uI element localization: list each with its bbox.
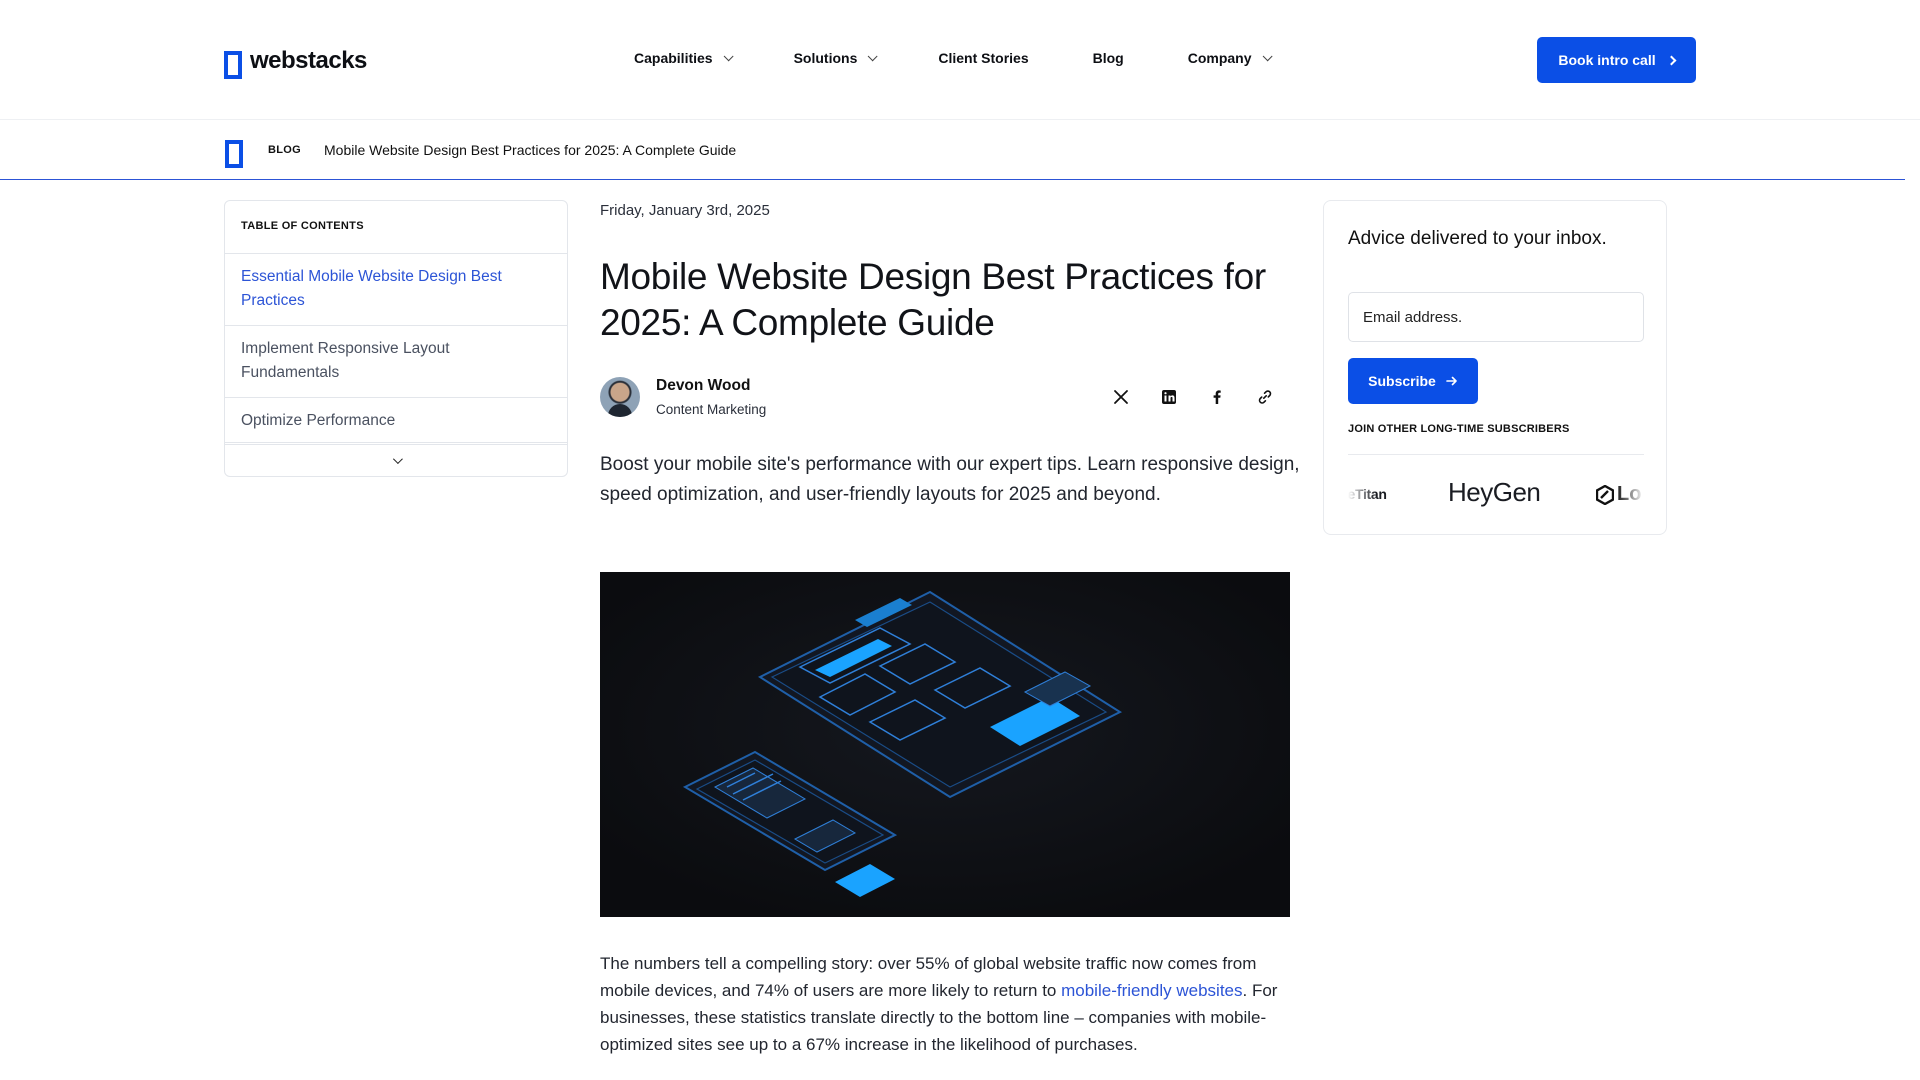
subscribe-label: Subscribe [1368, 373, 1436, 389]
breadcrumb-current: Mobile Website Design Best Practices for… [324, 142, 737, 158]
email-field[interactable] [1348, 292, 1644, 342]
facebook-icon[interactable] [1206, 386, 1228, 408]
subscribers-note: JOIN OTHER LONG-TIME SUBSCRIBERS [1348, 423, 1570, 435]
table-of-contents: TABLE OF CONTENTS Essential Mobile Websi… [224, 200, 568, 477]
menu-label: Solutions [793, 50, 858, 66]
toc-item-responsive-layout[interactable]: Implement Responsive Layout Fundamentals [225, 326, 567, 398]
menu-item-solutions[interactable]: Solutions [793, 50, 878, 66]
isometric-devices-illustration [600, 572, 1290, 917]
chevron-down-icon [723, 50, 734, 61]
chevron-right-icon [1666, 55, 1677, 65]
article-body-paragraph: The numbers tell a compelling story: ove… [600, 950, 1300, 1058]
main-menu: Capabilities Solutions Client Stories Bl… [634, 50, 1333, 66]
toc-expand-button[interactable] [225, 444, 567, 476]
publish-date: Friday, January 3rd, 2025 [600, 202, 770, 219]
subscribe-button[interactable]: Subscribe [1348, 358, 1478, 404]
logo-text: webstacks [250, 47, 367, 74]
fade-right [1616, 469, 1644, 515]
author-avatar [600, 377, 640, 417]
cta-label: Book intro call [1558, 52, 1656, 68]
heygen-logo: HeyGen [1448, 477, 1541, 507]
breadcrumb-blog-link[interactable]: BLOG [268, 144, 301, 156]
menu-label: Capabilities [634, 50, 713, 66]
article-lead: Boost your mobile site's performance wit… [600, 454, 1300, 505]
hero-image [600, 572, 1290, 917]
toc-item-optimize-performance[interactable]: Optimize Performance [225, 398, 567, 443]
bracket-logo-icon [224, 51, 242, 79]
book-intro-call-button[interactable]: Book intro call [1537, 37, 1696, 83]
hexagon-logo-icon [1596, 484, 1614, 505]
arrow-right-icon [1446, 376, 1457, 386]
divider [1348, 454, 1644, 455]
subscriber-logos-marquee: ceTitan HeyGen Lo [1348, 469, 1644, 515]
x-icon[interactable] [1110, 386, 1132, 408]
menu-label: Client Stories [938, 50, 1029, 66]
breadcrumb: BLOG Mobile Website Design Best Practice… [0, 121, 1905, 180]
menu-item-capabilities[interactable]: Capabilities [634, 50, 734, 66]
share-buttons [1110, 386, 1276, 408]
menu-item-blog[interactable]: Blog [1093, 50, 1124, 66]
author-role: Content Marketing [656, 402, 767, 417]
article-title: Mobile Website Design Best Practices for… [600, 256, 1266, 343]
newsletter-card: Advice delivered to your inbox. Subscrib… [1323, 200, 1667, 535]
chevron-down-icon [392, 454, 403, 465]
top-navigation: webstacks Capabilities Solutions Client … [0, 0, 1920, 120]
bracket-home-icon[interactable] [225, 140, 243, 168]
linkedin-icon[interactable] [1158, 386, 1180, 408]
chevron-down-icon [868, 50, 878, 61]
fade-left [1348, 469, 1376, 515]
menu-item-company[interactable]: Company [1187, 50, 1273, 66]
toc-heading: TABLE OF CONTENTS [225, 201, 567, 254]
mobile-friendly-websites-link[interactable]: mobile-friendly websites [1061, 981, 1242, 1000]
newsletter-title: Advice delivered to your inbox. [1348, 228, 1607, 249]
menu-item-client-stories[interactable]: Client Stories [938, 50, 1028, 66]
author-name: Devon Wood [656, 377, 751, 394]
link-icon[interactable] [1254, 386, 1276, 408]
toc-item-essential-practices[interactable]: Essential Mobile Website Design Best Pra… [225, 254, 567, 326]
webstacks-logo[interactable]: webstacks [224, 47, 367, 79]
menu-label: Company [1187, 50, 1252, 66]
menu-label: Blog [1092, 50, 1124, 66]
chevron-down-icon [1262, 50, 1273, 61]
